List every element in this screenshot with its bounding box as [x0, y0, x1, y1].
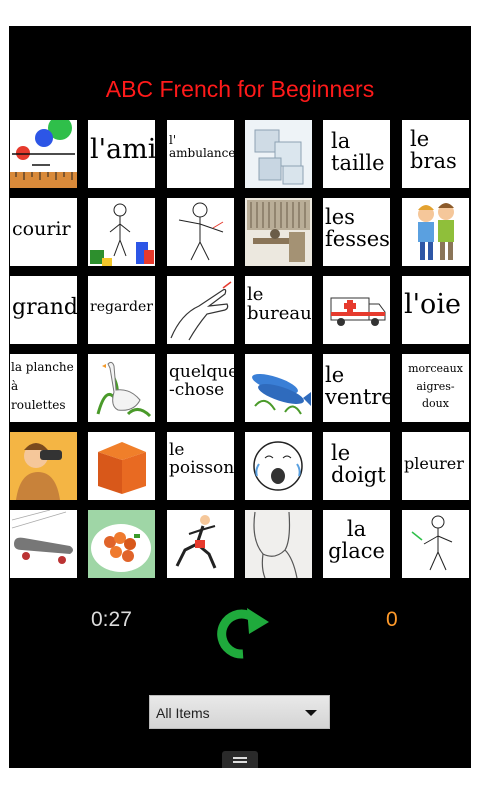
card-word: l'ami [90, 134, 155, 165]
card-tile[interactable] [245, 510, 312, 578]
card-tile[interactable]: l'oie [402, 276, 469, 344]
card-word: le doigt [331, 441, 386, 488]
goose-image [96, 361, 152, 418]
friends-image [418, 203, 454, 260]
card-tile[interactable] [167, 510, 234, 578]
refresh-icon [217, 608, 269, 659]
box-image [98, 442, 146, 494]
card-word: courir [12, 218, 71, 240]
card-word: la taille [331, 129, 385, 176]
card-tile[interactable]: regarder [88, 276, 155, 344]
card-tile[interactable]: l'ami [88, 120, 155, 188]
card-tile[interactable]: le bras [402, 120, 469, 188]
card-tile[interactable] [10, 120, 77, 188]
menu-icon [233, 761, 247, 763]
dropdown-selected-label: All Items [156, 705, 210, 721]
item-filter-dropdown[interactable]: All Items [149, 695, 330, 729]
card-tile[interactable] [245, 354, 312, 422]
card-tile[interactable] [323, 276, 390, 344]
card-tile[interactable] [402, 198, 469, 266]
card-word: morceaux aigres- doux [408, 362, 463, 411]
crying-face-image [253, 441, 303, 491]
card-tile[interactable] [88, 432, 155, 500]
timer: 0:27 [91, 608, 132, 631]
sweet-sour-dish-image [88, 510, 155, 578]
card-tile[interactable]: la glace [323, 510, 390, 578]
card-tile[interactable] [167, 276, 234, 344]
card-word: le bras [410, 127, 457, 174]
card-tile[interactable]: grand [10, 276, 77, 344]
card-word: le bureau [247, 284, 312, 324]
card-tile[interactable]: le doigt [323, 432, 390, 500]
menu-icon [233, 757, 247, 759]
card-tile[interactable]: morceaux aigres- doux [402, 354, 469, 422]
card-word: la planche à roulettes [11, 360, 74, 413]
chevron-down-icon [305, 710, 317, 716]
card-word: le poisson [169, 440, 234, 478]
runner-image [175, 515, 217, 569]
app-title: ABC French for Beginners [105, 76, 375, 102]
card-tile[interactable]: la planche à roulettes [10, 354, 77, 422]
card-tile[interactable]: la taille [323, 120, 390, 188]
fish-image [252, 374, 311, 415]
card-tile[interactable] [167, 198, 234, 266]
menu-handle[interactable] [222, 751, 258, 768]
card-tile[interactable]: les fesses [323, 198, 390, 266]
card-tile[interactable]: le poisson [167, 432, 234, 500]
card-tile[interactable] [10, 432, 77, 500]
card-tile[interactable] [10, 510, 77, 578]
card-tile[interactable] [88, 198, 155, 266]
card-word: la glace [328, 517, 385, 564]
skateboard-image [11, 510, 73, 564]
card-tile[interactable] [245, 120, 312, 188]
card-tile[interactable]: le ventre [323, 354, 390, 422]
card-tile[interactable] [245, 198, 312, 266]
card-word: le ventre [325, 363, 390, 410]
card-tile[interactable] [88, 510, 155, 578]
card-tile[interactable] [245, 432, 312, 500]
ice-cubes-image [245, 120, 312, 188]
ambulance-image [330, 297, 386, 326]
card-word: pleurer [404, 454, 464, 473]
hand-pointing-image [170, 281, 232, 341]
card-tile[interactable]: pleurer [402, 432, 469, 500]
card-word: regarder [90, 299, 153, 315]
card-word: quelque -chose [169, 362, 234, 400]
card-word: l' ambulance [169, 133, 234, 160]
card-word: les fesses [325, 205, 390, 252]
game-screen: ABC French for Beginners l'ami l' ambula… [9, 26, 471, 768]
person-with-blocks-image [90, 203, 154, 266]
card-tile[interactable]: l' ambulance [167, 120, 234, 188]
restart-button[interactable] [213, 602, 273, 666]
stick-figure-pointing-image [411, 515, 453, 571]
study-room-image [245, 198, 312, 266]
card-tile[interactable] [88, 354, 155, 422]
score: 0 [386, 608, 398, 631]
card-word: l'oie [404, 289, 461, 320]
card-tile[interactable]: le bureau [245, 276, 312, 344]
card-tile[interactable]: courir [10, 198, 77, 266]
card-tile[interactable] [402, 510, 469, 578]
rainbow-ruler-image [10, 120, 77, 188]
stick-figure-arm-image [178, 202, 224, 261]
card-word: grand [12, 295, 77, 320]
binoculars-man-image [10, 432, 77, 500]
card-tile[interactable]: quelque -chose [167, 354, 234, 422]
buttocks-sketch-image [245, 510, 312, 578]
